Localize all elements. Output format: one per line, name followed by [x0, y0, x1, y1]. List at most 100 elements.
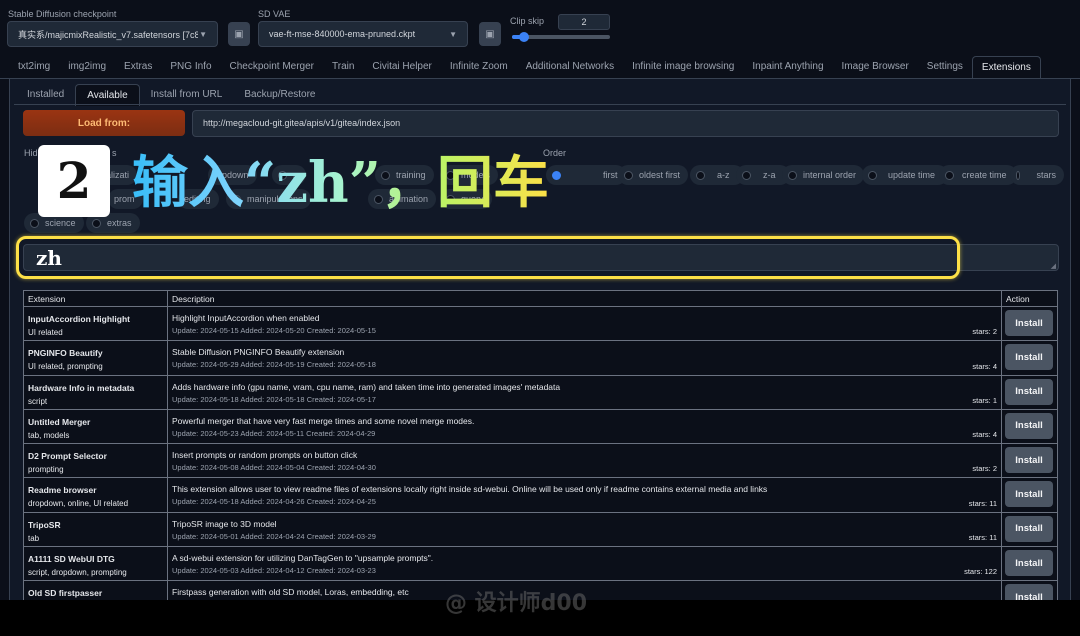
- install-button[interactable]: Install: [1005, 378, 1053, 405]
- refresh-icon: ▣: [485, 28, 495, 40]
- extension-name[interactable]: Untitled Merger: [28, 417, 163, 427]
- order-stars[interactable]: stars: [1010, 165, 1064, 185]
- order-update-time[interactable]: update time: [862, 165, 949, 185]
- load-url-input[interactable]: http://megacloud-git.gitea/apis/v1/gitea…: [192, 110, 1059, 137]
- vae-dropdown[interactable]: vae-ft-mse-840000-ema-pruned.ckpt ▼: [258, 21, 468, 47]
- tab-train[interactable]: Train: [323, 56, 363, 78]
- tab-additional-networks[interactable]: Additional Networks: [517, 56, 623, 78]
- refresh-vae-button[interactable]: ▣: [479, 22, 501, 46]
- checkpoint-dropdown[interactable]: 真实系/majicmixRealistic_v7.safetensors [7c…: [7, 21, 218, 47]
- load-from-button[interactable]: Load from:: [23, 110, 185, 136]
- description-cell: Adds hardware info (gpu name, vram, cpu …: [167, 374, 1002, 410]
- order-create-time[interactable]: create time: [939, 165, 1017, 185]
- subtab-installed[interactable]: Installed: [16, 84, 75, 106]
- clipskip-number-input[interactable]: 2: [558, 14, 610, 30]
- description-cell: A sd-webui extension for utilizing DanTa…: [167, 546, 1002, 582]
- install-button[interactable]: Install: [1005, 344, 1053, 371]
- action-cell: Install: [1001, 374, 1058, 410]
- extension-stars: stars: 1: [972, 395, 997, 405]
- tab-img2img[interactable]: img2img: [59, 56, 115, 78]
- main-tab-bar: txt2img img2img Extras PNG Info Checkpoint M…: [9, 56, 1041, 78]
- action-cell: Install: [1001, 305, 1058, 342]
- extension-cell: Untitled Merger tab, models: [23, 408, 168, 445]
- action-cell: Install: [1001, 477, 1058, 513]
- order-internal[interactable]: internal order: [782, 165, 865, 185]
- install-button[interactable]: Install: [1005, 412, 1053, 439]
- description-cell: TripoSR image to 3D model Update: 2024-05…: [167, 511, 1002, 548]
- resize-handle-icon: ◢: [1050, 263, 1056, 270]
- install-button[interactable]: Install: [1005, 447, 1053, 474]
- radio-icon: [788, 170, 797, 180]
- extension-name[interactable]: Readme browser: [28, 485, 163, 495]
- extension-cell: Hardware Info in metadata script: [23, 374, 168, 410]
- tab-inpaint-anything[interactable]: Inpaint Anything: [743, 56, 832, 78]
- extension-name[interactable]: PNGINFO Beautify: [28, 348, 163, 358]
- order-newest-first[interactable]: first: [546, 165, 626, 185]
- extension-description: Stable Diffusion PNGINFO Beautify extens…: [172, 347, 345, 358]
- extension-name[interactable]: Hardware Info in metadata: [28, 383, 163, 393]
- install-button[interactable]: Install: [1005, 310, 1053, 336]
- tab-infinite-image-browsing[interactable]: Infinite image browsing: [623, 56, 743, 78]
- radio-icon: [1016, 170, 1021, 180]
- radio-icon: [868, 170, 877, 180]
- extension-stars: stars: 4: [972, 430, 997, 440]
- radio-selected-icon: [552, 170, 561, 180]
- order-oldest-first[interactable]: oldest first: [618, 165, 689, 185]
- tab-civitai-helper[interactable]: Civitai Helper: [363, 56, 440, 78]
- tab-extras[interactable]: Extras: [115, 56, 161, 78]
- radio-icon: [696, 170, 705, 180]
- extension-tags: tab, models: [28, 430, 70, 440]
- action-cell: Install: [1001, 443, 1058, 479]
- extension-description: Adds hardware info (gpu name, vram, cpu …: [172, 381, 561, 392]
- extension-tags: UI related, prompting: [28, 362, 103, 372]
- search-highlight-outline: [16, 236, 960, 279]
- col-header-extension: Extension: [23, 290, 168, 307]
- tab-png-info[interactable]: PNG Info: [161, 56, 220, 78]
- extension-description: TripoSR image to 3D model: [172, 518, 277, 529]
- extension-cell: Old SD firstpasser: [23, 580, 168, 600]
- clipskip-slider-handle[interactable]: [519, 32, 529, 42]
- tab-checkpoint-merger[interactable]: Checkpoint Merger: [221, 56, 323, 78]
- extension-cell: D2 Prompt Selector prompting: [23, 443, 168, 479]
- clipskip-label: Clip skip: [510, 16, 545, 26]
- extension-name[interactable]: Old SD firstpasser: [28, 588, 163, 598]
- tab-extensions[interactable]: Extensions: [971, 56, 1041, 78]
- extension-name[interactable]: InputAccordion Highlight: [28, 314, 163, 324]
- step-number-badge: 2: [38, 145, 110, 217]
- description-cell: Highlight InputAccordion when enabled Upd…: [167, 305, 1002, 342]
- extension-tags: tab: [28, 533, 40, 543]
- extension-cell: TripoSR tab: [23, 511, 168, 548]
- extension-dates: Update: 2024-05-15 Added: 2024-05-20 Cre…: [172, 326, 376, 335]
- install-button[interactable]: Install: [1005, 550, 1053, 577]
- description-cell: Insert prompts or random prompts on butt…: [167, 443, 1002, 479]
- tab-settings[interactable]: Settings: [918, 56, 972, 78]
- checkpoint-label: Stable Diffusion checkpoint: [8, 9, 117, 19]
- extension-description: Powerful merger that have very fast merg…: [172, 415, 475, 426]
- install-button[interactable]: Install: [1005, 515, 1053, 542]
- refresh-icon: ▣: [234, 28, 244, 40]
- extension-dates: Update: 2024-05-18 Added: 2024-05-18 Cre…: [172, 394, 376, 404]
- extension-stars: stars: 11: [968, 498, 997, 508]
- extensions-table-wrap: Extension Description Action InputAccord…: [23, 290, 1058, 600]
- chevron-down-icon: ▼: [449, 29, 457, 39]
- vae-value: vae-ft-mse-840000-ema-pruned.ckpt: [269, 29, 416, 39]
- extension-name[interactable]: TripoSR: [28, 520, 163, 530]
- extension-description: Insert prompts or random prompts on butt…: [172, 450, 358, 461]
- subtab-backup-restore[interactable]: Backup/Restore: [233, 84, 326, 106]
- extension-name[interactable]: A1111 SD WebUI DTG: [28, 554, 163, 564]
- extension-name[interactable]: D2 Prompt Selector: [28, 451, 163, 461]
- subtab-divider: [14, 104, 1066, 105]
- tab-image-browser[interactable]: Image Browser: [833, 56, 918, 78]
- clipskip-slider[interactable]: [512, 32, 610, 42]
- radio-icon: [624, 170, 633, 180]
- extension-stars: stars: 2: [972, 464, 997, 474]
- install-button[interactable]: Install: [1005, 481, 1053, 508]
- extension-tags: script: [28, 396, 48, 406]
- tab-txt2img[interactable]: txt2img: [9, 56, 59, 78]
- refresh-checkpoint-button[interactable]: ▣: [228, 22, 250, 46]
- install-button[interactable]: Install: [1005, 584, 1053, 600]
- subtab-install-from-url[interactable]: Install from URL: [140, 84, 234, 106]
- subtab-available[interactable]: Available: [75, 84, 140, 106]
- extension-description: Highlight InputAccordion when enabled: [172, 313, 320, 323]
- tab-infinite-zoom[interactable]: Infinite Zoom: [441, 56, 517, 78]
